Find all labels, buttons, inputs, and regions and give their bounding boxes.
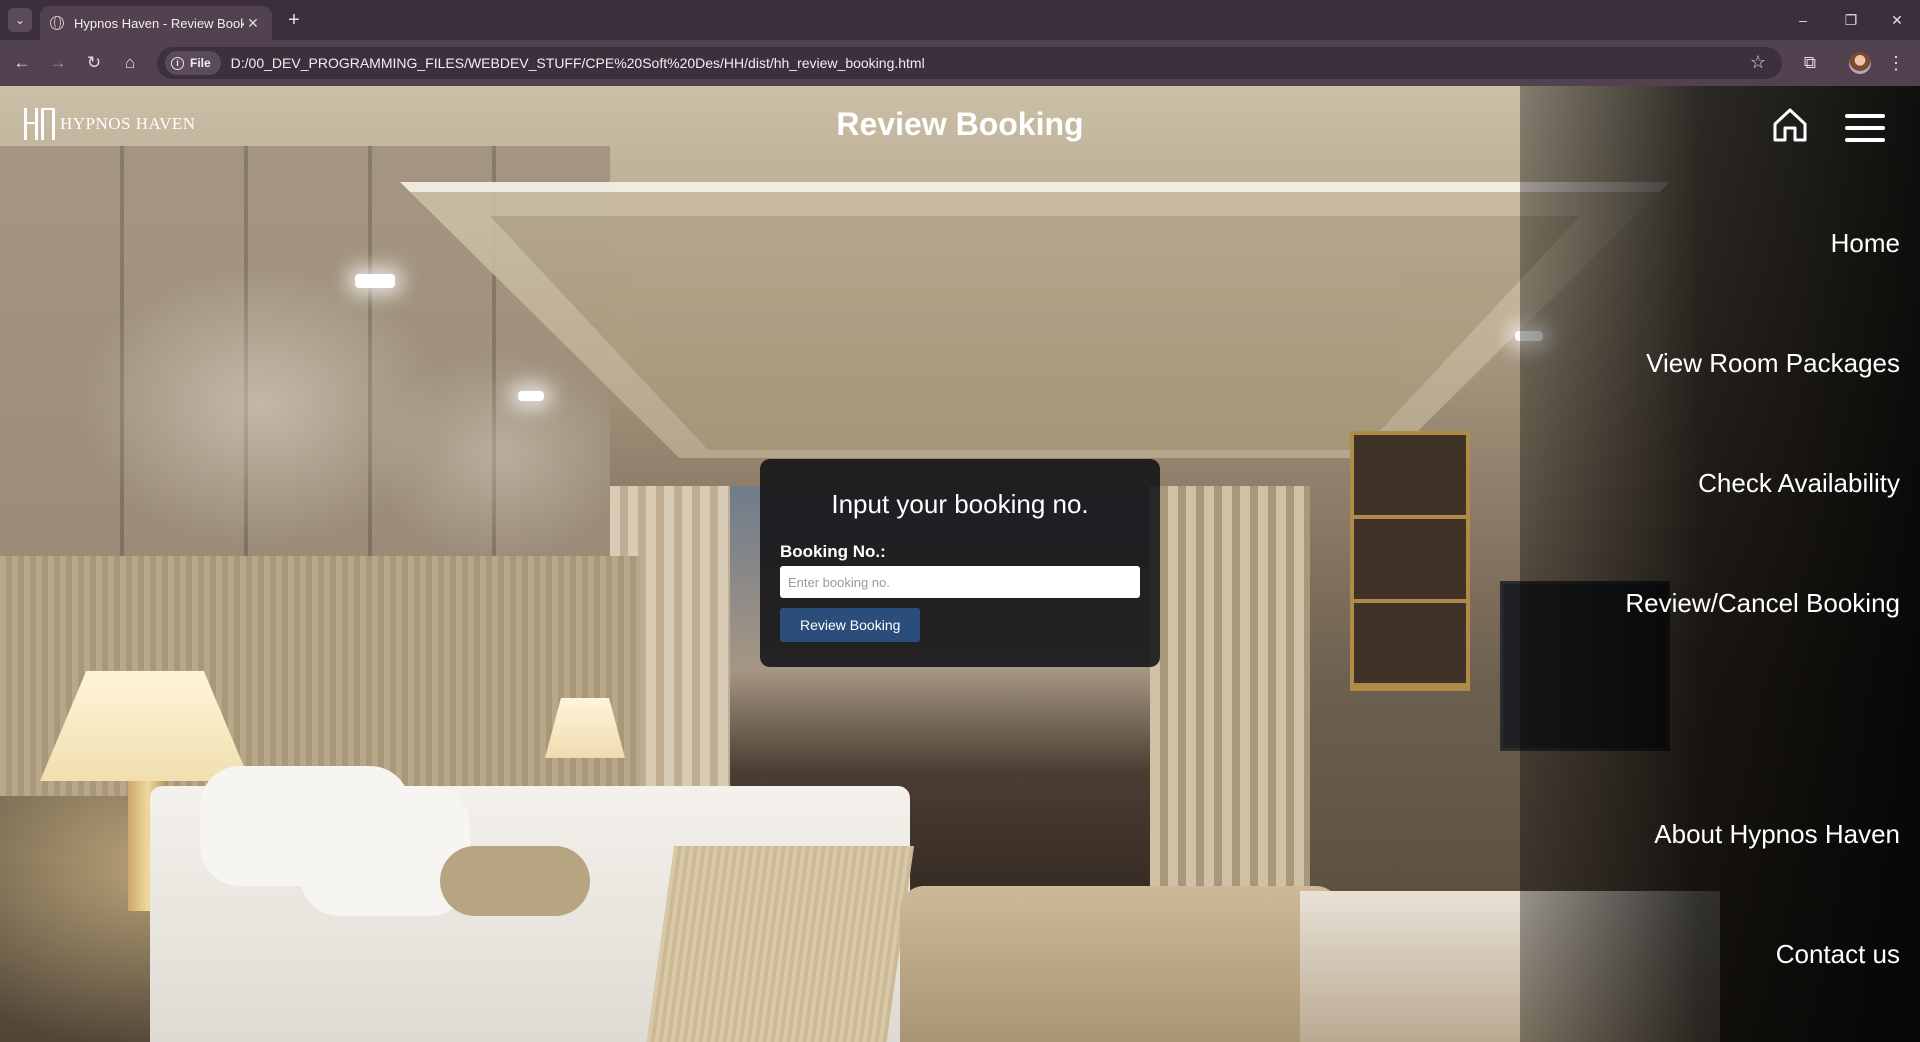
profile-avatar[interactable] <box>1849 52 1871 74</box>
tab-title: Hypnos Haven - Review Bookin <box>74 15 244 31</box>
review-booking-button[interactable]: Review Booking <box>780 608 921 642</box>
ceiling-light <box>355 274 395 288</box>
house-icon[interactable] <box>1771 106 1809 144</box>
restore-button[interactable]: ❐ <box>1828 0 1874 40</box>
home-icon[interactable]: ⌂ <box>116 49 144 77</box>
background-pillow <box>440 846 590 916</box>
background-shelf <box>1350 431 1470 691</box>
address-bar[interactable]: i File D:/00_DEV_PROGRAMMING_FILES/WEBDE… <box>157 47 1782 79</box>
puzzle-icon[interactable]: ⧉ <box>1796 49 1824 77</box>
nav-item-review-cancel-booking[interactable]: Review/Cancel Booking <box>1625 588 1900 619</box>
globe-icon <box>50 16 64 30</box>
booking-lookup-card: Input your booking no. Booking No.: Revi… <box>760 459 1160 667</box>
reload-icon[interactable]: ↻ <box>80 49 108 77</box>
logo-mark <box>20 106 58 142</box>
booking-no-input[interactable] <box>780 566 1140 598</box>
background-throw <box>645 846 915 1042</box>
new-tab-button[interactable]: + <box>282 8 306 32</box>
kebab-menu-icon[interactable]: ⋮ <box>1886 49 1906 77</box>
info-icon: i <box>171 56 184 70</box>
minimize-button[interactable]: – <box>1780 0 1826 40</box>
url-text[interactable]: D:/00_DEV_PROGRAMMING_FILES/WEBDEV_STUFF… <box>231 55 925 71</box>
nav-item-check-availability[interactable]: Check Availability <box>1698 468 1900 499</box>
browser-tabstrip: ⌄ Hypnos Haven - Review Bookin ✕ + – ❐ ✕ <box>0 0 1920 40</box>
close-tab-icon[interactable]: ✕ <box>244 15 262 32</box>
star-icon[interactable]: ☆ <box>1750 52 1766 73</box>
arrow-left-icon[interactable]: ← <box>8 49 36 77</box>
site-info-chip[interactable]: i File <box>165 51 221 75</box>
browser-toolbar: ← → ↻ ⌂ i File D:/00_DEV_PROGRAMMING_FIL… <box>0 40 1920 86</box>
booking-no-label: Booking No.: <box>780 542 886 561</box>
page-viewport: HYPNOS HAVEN Review Booking Home View Ro… <box>0 86 1920 1042</box>
nav-item-contact[interactable]: Contact us <box>1776 939 1900 970</box>
page-title: Review Booking <box>836 106 1084 142</box>
hamburger-icon[interactable] <box>1845 114 1885 142</box>
site-logo[interactable]: HYPNOS HAVEN <box>20 106 196 142</box>
card-heading: Input your booking no. <box>831 489 1089 519</box>
background-sofa <box>900 886 1340 1042</box>
arrow-right-icon[interactable]: → <box>44 49 72 77</box>
browser-tab[interactable]: Hypnos Haven - Review Bookin ✕ <box>40 6 272 40</box>
close-window-button[interactable]: ✕ <box>1874 0 1920 40</box>
logo-text: HYPNOS HAVEN <box>60 114 196 133</box>
chevron-down-icon[interactable]: ⌄ <box>8 8 32 32</box>
ceiling-light <box>518 391 544 401</box>
nav-item-view-room-packages[interactable]: View Room Packages <box>1646 348 1900 379</box>
nav-item-about[interactable]: About Hypnos Haven <box>1654 819 1900 850</box>
nav-item-home[interactable]: Home <box>1831 228 1900 259</box>
scheme-label: File <box>190 56 211 70</box>
